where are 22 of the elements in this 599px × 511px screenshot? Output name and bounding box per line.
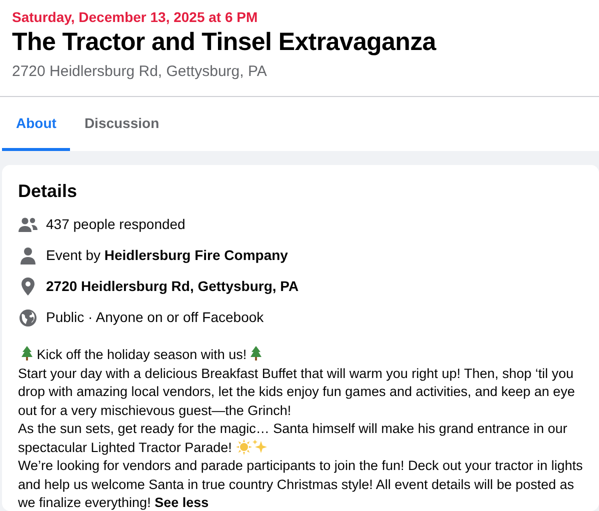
location-pin-icon [21, 277, 35, 296]
detail-text: 437 people responded [46, 215, 186, 234]
tree-icon [250, 346, 262, 361]
tab[interactable]: Discussion [70, 97, 174, 151]
event-date: Saturday, December 13, 2025 at 6 PM [12, 8, 259, 26]
detail-text: Event by Heidlersburg Fire Company [46, 246, 288, 265]
tree-icon [21, 346, 33, 361]
globe-icon [19, 308, 37, 326]
description-text: Start your day with a delicious Breakfast Buffet that will warm you right up! Then, shop ‘til you drop with amazing local vendors, let the kids enjoy fun games and activities, and keep an eye out for a very mischievous guest—the Grinch! [18, 364, 576, 420]
details-heading: Details [18, 180, 78, 203]
detail-text: Public · Anyone on or off Facebook [46, 308, 264, 327]
description-text: Kick off the holiday season with us! [18, 346, 591, 364]
detail-text: 2720 Heidlersburg Rd, Gettysburg, PA [46, 277, 299, 296]
see-less-link[interactable]: See less [154, 495, 209, 510]
person-icon [20, 246, 36, 264]
sparkles-icon [252, 438, 268, 454]
description-text: As the sun sets, get ready for the magic… Santa himself will make his grand entrance in our spectacular Lighted Tractor Parade! [18, 420, 568, 457]
description-text: We’re looking for vendors and parade participants to join the fun! Deck out your tractor in lights and help us welcome Santa in true country Christmas style! All event details will be posted as we finalize everything! See less [18, 457, 584, 511]
event-location: 2720 Heidlersburg Rd, Gettysburg, PA [12, 62, 268, 82]
event-title: The Tractor and Tinsel Extravaganza [12, 27, 438, 58]
sun-icon [236, 438, 252, 454]
people-icon [18, 216, 38, 232]
